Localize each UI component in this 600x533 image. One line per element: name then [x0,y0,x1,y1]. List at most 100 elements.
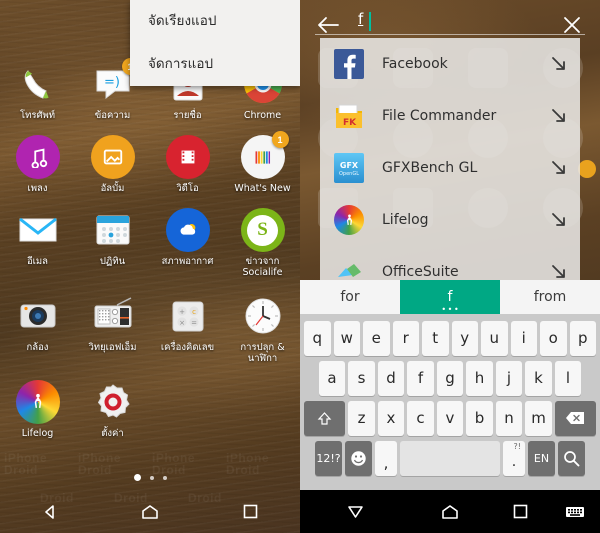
app-label: Lifelog [21,428,54,439]
insert-arrow-icon[interactable] [548,209,570,231]
app-row: อีเมล ปฏิทิน สภาพอากาศ S ข่าวจาก Sociali… [0,202,300,278]
search-result-gfxbench[interactable]: GFX OpenGL GFXBench GL [320,142,580,194]
app-alarm-clock[interactable]: การปลุก & นาฬิกา [225,288,300,364]
key-h[interactable]: h [466,360,493,396]
key-s[interactable]: s [348,360,375,396]
key-j[interactable]: j [495,360,523,396]
search-magnifier-icon[interactable] [558,440,585,476]
menu-item-manage-apps[interactable]: จัดการแอป [130,43,300,86]
search-results-list[interactable]: Facebook FK File Commander GFX OpenGL GF… [320,38,580,280]
key-t[interactable]: t [422,320,449,356]
result-label: GFXBench GL [382,160,478,176]
search-result-facebook[interactable]: Facebook [320,38,580,90]
key-c[interactable]: c [407,400,434,436]
file-commander-icon: FK [334,101,364,131]
suggestion-right[interactable]: from [500,280,600,314]
back-triangle-icon[interactable] [20,490,80,533]
app-whats-new[interactable]: 1 What's New [225,129,300,194]
app-label: สภาพอากาศ [161,256,214,267]
backspace-icon[interactable] [554,400,596,436]
symbols-key[interactable]: 12!? [315,440,342,476]
insert-arrow-icon[interactable] [548,261,570,280]
app-label: วิดีโอ [176,183,199,194]
space-key[interactable] [400,440,500,476]
app-label: ปฏิทิน [99,256,126,267]
key-e[interactable]: e [363,320,390,356]
app-fm-radio[interactable]: วิทยุเอฟเอ็ม [75,288,150,364]
insert-arrow-icon[interactable] [548,53,570,75]
comma-key[interactable]: , [375,440,397,476]
suggestion-center-active[interactable]: f [400,280,500,314]
home-icon[interactable] [120,490,180,533]
key-g[interactable]: g [436,360,464,396]
keyboard-icon[interactable] [550,490,600,533]
recents-square-icon[interactable] [490,490,550,533]
key-q[interactable]: q [304,320,331,356]
app-video[interactable]: วิดีโอ [150,129,225,194]
key-w[interactable]: w [333,320,360,356]
app-calendar[interactable]: ปฏิทิน [75,202,150,278]
key-m[interactable]: m [525,400,552,436]
app-calculator[interactable]: + c × = เครื่องคิดเลข [150,288,225,364]
keyboard-row-3: z x c v b n m [302,398,598,438]
key-f[interactable]: f [407,360,434,396]
app-drawer-options-menu[interactable]: จัดเรียงแอป จัดการแอป [130,0,300,86]
app-label: What's New [234,183,291,194]
shift-up-arrow-icon[interactable] [304,400,346,436]
close-x-icon[interactable] [558,11,586,39]
search-input[interactable]: f [358,10,542,40]
key-l[interactable]: l [554,360,582,396]
calculator-icon: + c × = [166,294,210,338]
app-music[interactable]: เพลง [0,129,75,194]
settings-icon [91,380,135,424]
key-i[interactable]: i [510,320,537,356]
key-y[interactable]: y [451,320,478,356]
key-z[interactable]: z [348,400,375,436]
recents-square-icon[interactable] [220,490,280,533]
insert-arrow-icon[interactable] [548,157,570,179]
suggestion-left[interactable]: for [300,280,400,314]
app-settings[interactable]: ตั้งค่า [75,374,150,439]
app-grid: โทรศัพท์ =) 1 ข้อความ [0,56,300,439]
result-label: Facebook [382,56,448,72]
key-k[interactable]: k [525,360,552,396]
page-dot[interactable] [149,475,154,480]
key-n[interactable]: n [495,400,523,436]
wallpaper-watermark: iPhone Droid [152,451,196,477]
emoji-smiley-icon[interactable] [345,440,372,476]
key-r[interactable]: r [392,320,419,356]
keyboard-suggestion-bar: for f from [300,280,600,314]
app-email[interactable]: อีเมล [0,202,75,278]
app-label: อีเมล [26,256,49,267]
language-key[interactable]: EN [528,440,555,476]
down-triangle-icon[interactable] [300,490,410,533]
app-camera[interactable]: กล้อง [0,288,75,364]
page-dot-active[interactable] [133,474,141,481]
search-result-file-commander[interactable]: FK File Commander [320,90,580,142]
app-weather[interactable]: สภาพอากาศ [150,202,225,278]
svg-text:FK: FK [343,118,357,128]
search-result-lifelog[interactable]: Lifelog [320,194,580,246]
key-u[interactable]: u [481,320,508,356]
key-b[interactable]: b [466,400,493,436]
result-label: Lifelog [382,212,429,228]
app-lifelog[interactable]: Lifelog [0,374,75,439]
insert-arrow-icon[interactable] [548,105,570,127]
key-d[interactable]: d [377,360,405,396]
menu-item-sort-apps[interactable]: จัดเรียงแอป [130,0,300,43]
search-result-officesuite[interactable]: OfficeSuite [320,246,580,280]
app-socialife[interactable]: S ข่าวจาก Socialife [225,202,300,278]
home-icon[interactable] [410,490,490,533]
key-x[interactable]: x [377,400,405,436]
key-a[interactable]: a [318,360,346,396]
key-v[interactable]: v [436,400,464,436]
wallpaper-watermark: iPhone Droid [4,451,48,477]
result-label: OfficeSuite [382,264,459,280]
page-dot[interactable] [162,475,167,480]
key-o[interactable]: o [540,320,567,356]
key-p[interactable]: p [569,320,596,356]
app-row: Lifelog ตั้งค่า [0,374,300,439]
period-key[interactable]: ?! . [503,440,525,476]
app-phone[interactable]: โทรศัพท์ [0,56,75,121]
app-album[interactable]: อัลบั้ม [75,129,150,194]
